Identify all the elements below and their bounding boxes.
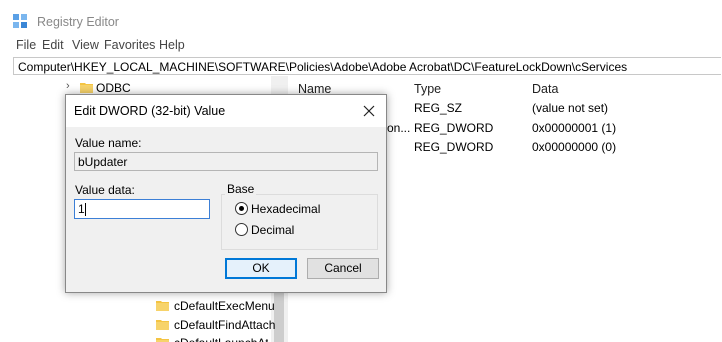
value-data-input[interactable]: 1 — [74, 199, 210, 219]
value-data-cell: 0x00000001 (1) — [532, 121, 617, 135]
value-name-label: Value name: — [75, 136, 142, 150]
tree-item-cdefaultlaunchatt[interactable]: cDefaultLaunchAtt — [13, 335, 268, 342]
value-type-cell: REG_DWORD — [414, 140, 494, 154]
column-header-type[interactable]: Type — [414, 82, 441, 96]
menu-favorites[interactable]: Favorites — [104, 38, 155, 52]
value-name-field: bUpdater — [74, 152, 378, 171]
folder-icon — [80, 83, 93, 93]
dialog-title-bar: Edit DWORD (32-bit) Value — [66, 95, 386, 127]
tree-item-label: ODBC — [96, 81, 131, 95]
menu-edit[interactable]: Edit — [42, 38, 64, 52]
value-name-text: bUpdater — [78, 155, 128, 169]
value-data-cell: 0x00000000 (0) — [532, 140, 617, 154]
hexadecimal-radio[interactable] — [235, 202, 248, 215]
value-type-cell: REG_DWORD — [414, 121, 494, 135]
dialog-title: Edit DWORD (32-bit) Value — [74, 104, 226, 118]
address-bar[interactable]: Computer\HKEY_LOCAL_MACHINE\SOFTWARE\Pol… — [13, 57, 721, 75]
value-data-cell: (value not set) — [532, 101, 609, 115]
ok-button[interactable]: OK — [225, 258, 297, 279]
menu-file[interactable]: File — [16, 38, 36, 52]
menu-help[interactable]: Help — [159, 38, 185, 52]
address-path: Computer\HKEY_LOCAL_MACHINE\SOFTWARE\Pol… — [18, 60, 628, 74]
hexadecimal-label[interactable]: Hexadecimal — [251, 202, 320, 216]
folder-icon — [156, 338, 169, 342]
tree-item-cdefaultfindattach[interactable]: cDefaultFindAttach — [13, 317, 275, 335]
base-group-label: Base — [225, 182, 257, 196]
value-data-label: Value data: — [75, 183, 135, 197]
registry-editor-icon — [13, 14, 27, 28]
decimal-label[interactable]: Decimal — [251, 223, 294, 237]
title-bar: Registry Editor — [0, 0, 722, 36]
tree-item-label: cDefaultExecMenu — [174, 299, 275, 313]
text-caret — [85, 203, 86, 216]
tree-item-label: cDefaultFindAttach — [174, 318, 276, 332]
folder-icon — [156, 301, 169, 311]
chevron-right-icon[interactable]: › — [66, 80, 70, 92]
radio-selected-dot — [239, 206, 244, 211]
edit-dword-dialog: Edit DWORD (32-bit) Value Value name: bU… — [65, 94, 387, 293]
column-header-data[interactable]: Data — [532, 82, 558, 96]
window-title: Registry Editor — [37, 15, 119, 29]
value-type-cell: REG_SZ — [414, 101, 463, 115]
cancel-button[interactable]: Cancel — [307, 258, 379, 279]
decimal-radio[interactable] — [235, 223, 248, 236]
close-icon[interactable] — [357, 99, 381, 123]
tree-item-label: cDefaultLaunchAtt — [174, 336, 268, 342]
folder-icon — [156, 320, 169, 330]
menu-view[interactable]: View — [72, 38, 99, 52]
registry-editor-window: Registry Editor File Edit View Favorites… — [0, 0, 722, 342]
value-data-text: 1 — [78, 202, 85, 216]
tree-item-cdefaultexecmenu[interactable]: cDefaultExecMenu — [13, 298, 275, 316]
value-name-cell: on... — [387, 121, 411, 135]
